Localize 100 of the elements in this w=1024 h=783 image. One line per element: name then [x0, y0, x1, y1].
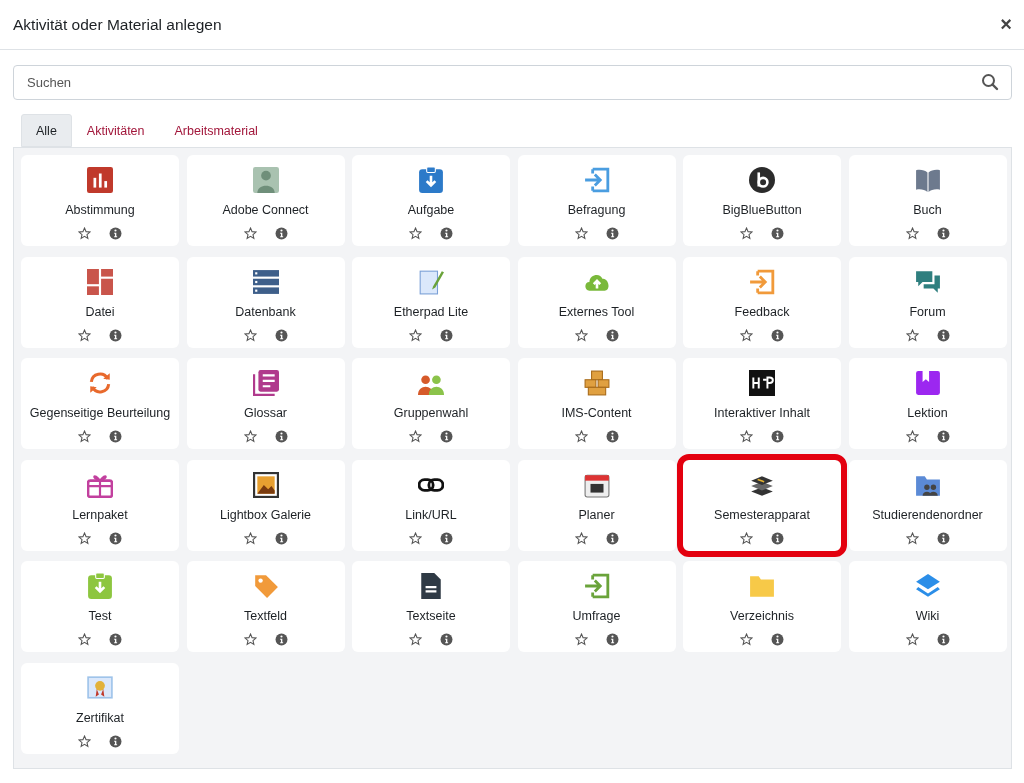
info-icon[interactable] [274, 227, 288, 240]
info-icon[interactable] [771, 633, 784, 646]
activity-card[interactable]: Link/URL [352, 459, 510, 551]
star-icon[interactable] [574, 531, 588, 545]
star-icon[interactable] [409, 430, 422, 443]
info-icon[interactable] [771, 430, 784, 443]
info-icon[interactable] [771, 328, 784, 342]
activity-card[interactable]: Test [21, 561, 179, 652]
activity-card[interactable]: IMS-Content [517, 358, 676, 449]
activity-card[interactable]: Studierendenordner [848, 459, 1007, 551]
activity-card[interactable]: Textseite [352, 561, 510, 652]
star-icon[interactable] [740, 227, 753, 240]
info-icon[interactable] [936, 531, 950, 545]
star-icon[interactable] [905, 227, 919, 240]
activity-card[interactable]: Gegenseitige Beurteilung [21, 358, 179, 449]
info-icon[interactable] [440, 531, 453, 545]
activity-card[interactable]: Abstimmung [21, 155, 179, 246]
info-icon[interactable] [936, 227, 950, 240]
star-icon[interactable] [905, 531, 919, 545]
info-icon[interactable] [605, 430, 619, 443]
activity-card[interactable]: Adobe Connect [186, 155, 345, 246]
star-icon[interactable] [409, 227, 422, 240]
activity-card[interactable]: Textfeld [186, 561, 345, 652]
star-icon[interactable] [78, 734, 91, 748]
activity-card[interactable]: BigBlueButton [683, 155, 841, 246]
info-icon[interactable] [109, 227, 122, 240]
close-button[interactable]: × [996, 11, 1016, 38]
info-icon[interactable] [274, 531, 288, 545]
info-icon[interactable] [605, 328, 619, 342]
star-icon[interactable] [409, 633, 422, 646]
arrow-box-icon [583, 167, 610, 193]
info-icon[interactable] [440, 227, 453, 240]
star-icon[interactable] [78, 227, 91, 240]
activity-card[interactable]: Verzeichnis [683, 561, 841, 652]
activity-card[interactable]: Forum [848, 256, 1007, 348]
star-icon[interactable] [78, 328, 91, 342]
star-icon[interactable] [740, 531, 753, 545]
info-icon[interactable] [771, 531, 784, 545]
star-icon[interactable] [243, 633, 257, 646]
activity-card[interactable]: Umfrage [517, 561, 676, 652]
info-icon[interactable] [109, 328, 122, 342]
activity-card[interactable]: Glossar [186, 358, 345, 449]
star-icon[interactable] [243, 430, 257, 443]
activity-card[interactable]: Interaktiver Inhalt [683, 358, 841, 449]
category-tab[interactable]: Aktivitäten [71, 114, 160, 147]
activity-card[interactable]: Wiki [848, 561, 1007, 652]
activity-card[interactable]: Externes Tool [517, 256, 676, 348]
activity-card[interactable]: Aufgabe [352, 155, 510, 246]
info-icon[interactable] [936, 328, 950, 342]
star-icon[interactable] [243, 531, 257, 545]
info-icon[interactable] [440, 430, 453, 443]
star-icon[interactable] [574, 430, 588, 443]
star-icon[interactable] [243, 227, 257, 240]
activity-card[interactable]: Datenbank [186, 256, 345, 348]
activity-card[interactable]: Lernpaket [21, 459, 179, 551]
info-icon[interactable] [109, 633, 122, 646]
info-icon[interactable] [605, 531, 619, 545]
star-icon[interactable] [574, 328, 588, 342]
star-icon[interactable] [740, 430, 753, 443]
search-field[interactable]: Suchen [13, 65, 1012, 100]
star-icon[interactable] [78, 633, 91, 646]
activity-card[interactable]: Buch [848, 155, 1007, 246]
info-icon[interactable] [274, 430, 288, 443]
info-icon[interactable] [936, 633, 950, 646]
activity-card[interactable]: Lektion [848, 358, 1007, 449]
info-icon[interactable] [605, 227, 619, 240]
info-icon[interactable] [605, 633, 619, 646]
info-icon[interactable] [771, 227, 784, 240]
activity-card[interactable]: Datei [21, 256, 179, 348]
info-icon[interactable] [440, 328, 453, 342]
info-icon[interactable] [109, 734, 122, 748]
info-icon[interactable] [274, 633, 288, 646]
star-icon[interactable] [905, 328, 919, 342]
star-icon[interactable] [78, 531, 91, 545]
star-icon[interactable] [905, 633, 919, 646]
star-icon[interactable] [409, 531, 422, 545]
star-icon[interactable] [409, 328, 422, 342]
info-icon[interactable] [274, 328, 288, 342]
activity-card[interactable]: Feedback [683, 256, 841, 348]
info-icon[interactable] [936, 430, 950, 443]
star-icon[interactable] [574, 633, 588, 646]
activity-card[interactable]: Befragung [517, 155, 676, 246]
star-icon[interactable] [905, 430, 919, 443]
category-tab[interactable]: Alle [21, 114, 72, 147]
info-icon[interactable] [440, 633, 453, 646]
star-icon[interactable] [78, 430, 91, 443]
activity-card[interactable]: Etherpad Lite [352, 256, 510, 348]
activity-name: Lernpaket [72, 507, 128, 522]
activity-card[interactable]: Planer [517, 459, 676, 551]
info-icon[interactable] [109, 430, 122, 443]
category-tab[interactable]: Arbeitsmaterial [159, 114, 273, 147]
activity-card[interactable]: Zertifikat [21, 662, 179, 754]
activity-name: Wiki [915, 609, 940, 623]
activity-card[interactable]: Gruppenwahl [352, 358, 510, 449]
star-icon[interactable] [740, 328, 753, 342]
star-icon[interactable] [243, 328, 257, 342]
star-icon[interactable] [574, 227, 588, 240]
info-icon[interactable] [109, 531, 122, 545]
activity-card[interactable]: Lightbox Galerie [186, 459, 345, 551]
star-icon[interactable] [740, 633, 753, 646]
